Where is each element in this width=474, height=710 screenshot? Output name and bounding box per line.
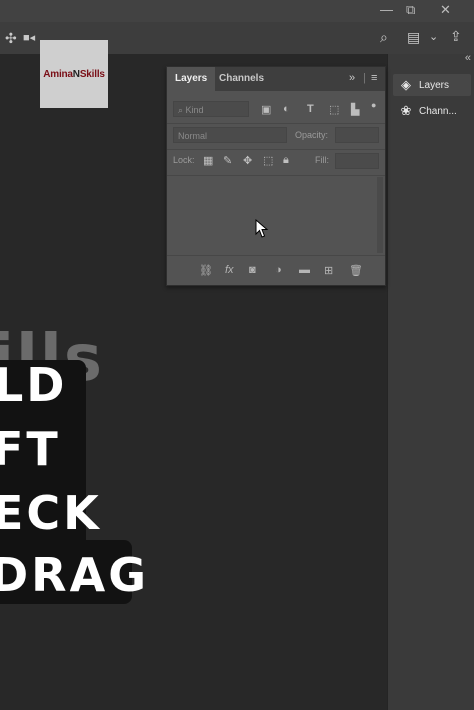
lock-artboard-icon[interactable]: ⬚ xyxy=(263,154,273,167)
lock-position-icon[interactable]: ✥ xyxy=(243,154,252,167)
new-group-icon[interactable]: ▬ xyxy=(299,264,310,276)
chevron-down-icon[interactable]: ⌄ xyxy=(429,29,438,45)
brand-logo: AminaNSkills xyxy=(40,40,108,108)
adjustment-layer-icon[interactable]: ◑ xyxy=(275,264,282,276)
collapse-dock-button[interactable]: « xyxy=(465,52,471,64)
close-button[interactable]: ✕ xyxy=(440,2,451,18)
filter-toggle-icon[interactable]: ● xyxy=(371,100,376,110)
blend-mode-select[interactable]: Normal xyxy=(173,127,287,143)
share-icon[interactable]: ⇪ xyxy=(450,28,462,44)
video-icon[interactable]: ■◂ xyxy=(23,30,35,46)
dock-item-layers[interactable]: ◈ Layers xyxy=(393,74,471,96)
new-layer-icon[interactable]: ⊞ xyxy=(324,264,333,277)
layers-panel: Layers Channels » | ≡ ⌕ Kind ▣ ◐ T ⬚ ▙ ●… xyxy=(166,66,386,286)
canvas-line-3: ECK xyxy=(0,486,102,540)
layer-list[interactable] xyxy=(167,177,377,253)
smart-object-filter-icon[interactable]: ▙ xyxy=(351,103,359,116)
workspace-icon[interactable]: ▤ xyxy=(407,29,420,45)
filter-kind-select[interactable]: ⌕ Kind xyxy=(173,101,249,117)
search-icon[interactable]: ⌕ xyxy=(380,29,388,45)
lock-transparent-icon[interactable]: ▦ xyxy=(203,154,213,167)
canvas-line-2: FT xyxy=(0,422,61,476)
expand-panel-icon[interactable]: » xyxy=(349,72,355,84)
opacity-field[interactable] xyxy=(335,127,379,143)
title-bar: — ⧉ ✕ xyxy=(0,0,474,22)
restore-button[interactable]: ⧉ xyxy=(406,2,415,18)
filter-kind-label: Kind xyxy=(185,105,204,115)
canvas-line-4: DRAG xyxy=(0,548,149,602)
shape-filter-icon[interactable]: ⬚ xyxy=(329,103,339,116)
opacity-label: Opacity: xyxy=(295,130,329,140)
adjustment-filter-icon[interactable]: ◐ xyxy=(283,103,290,115)
type-filter-icon[interactable]: T xyxy=(307,103,314,115)
search-icon: ⌕ xyxy=(178,105,186,115)
lock-all-icon[interactable]: 🔒︎ xyxy=(283,154,289,167)
panel-tabs: Layers Channels » | ≡ xyxy=(167,67,385,91)
fill-label: Fill: xyxy=(315,155,329,165)
layers-icon: ◈ xyxy=(401,77,411,92)
tab-divider: | xyxy=(363,72,366,84)
tab-layers[interactable]: Layers xyxy=(167,67,216,91)
fx-icon[interactable]: fx xyxy=(225,264,234,276)
fill-field[interactable] xyxy=(335,153,379,169)
panel-dock: « ◈ Layers ❀ Chann... xyxy=(387,52,474,710)
link-layers-icon[interactable]: ⛓ xyxy=(199,264,213,277)
channels-icon: ❀ xyxy=(400,103,412,118)
layer-list-scrollbar[interactable] xyxy=(377,177,383,253)
panel-menu-icon[interactable]: ≡ xyxy=(371,72,377,84)
mouse-cursor-icon xyxy=(255,218,269,244)
canvas-line-1: LD xyxy=(0,358,68,412)
minimize-button[interactable]: — xyxy=(380,2,393,18)
delete-layer-icon[interactable]: 🗑︎ xyxy=(349,264,363,277)
add-mask-icon[interactable]: ◙ xyxy=(249,264,256,276)
dock-item-channels[interactable]: ❀ Chann... xyxy=(393,100,471,122)
lock-label: Lock: xyxy=(173,155,195,165)
blend-row: Normal Opacity: xyxy=(167,123,385,150)
move-tool-icon[interactable]: ✣ xyxy=(5,30,17,46)
dock-item-label: Layers xyxy=(419,79,450,91)
lock-brush-icon[interactable]: ✎ xyxy=(223,154,232,167)
tab-channels[interactable]: Channels xyxy=(211,67,272,91)
image-filter-icon[interactable]: ▣ xyxy=(261,103,271,116)
panel-bottom-bar: ⛓ fx ◙ ◑ ▬ ⊞ 🗑︎ xyxy=(167,255,385,286)
dock-item-label: Chann... xyxy=(419,105,457,117)
filter-row: ⌕ Kind ▣ ◐ T ⬚ ▙ ● xyxy=(167,97,385,124)
lock-row: Lock: ▦ ✎ ✥ ⬚ 🔒︎ Fill: xyxy=(167,149,385,176)
